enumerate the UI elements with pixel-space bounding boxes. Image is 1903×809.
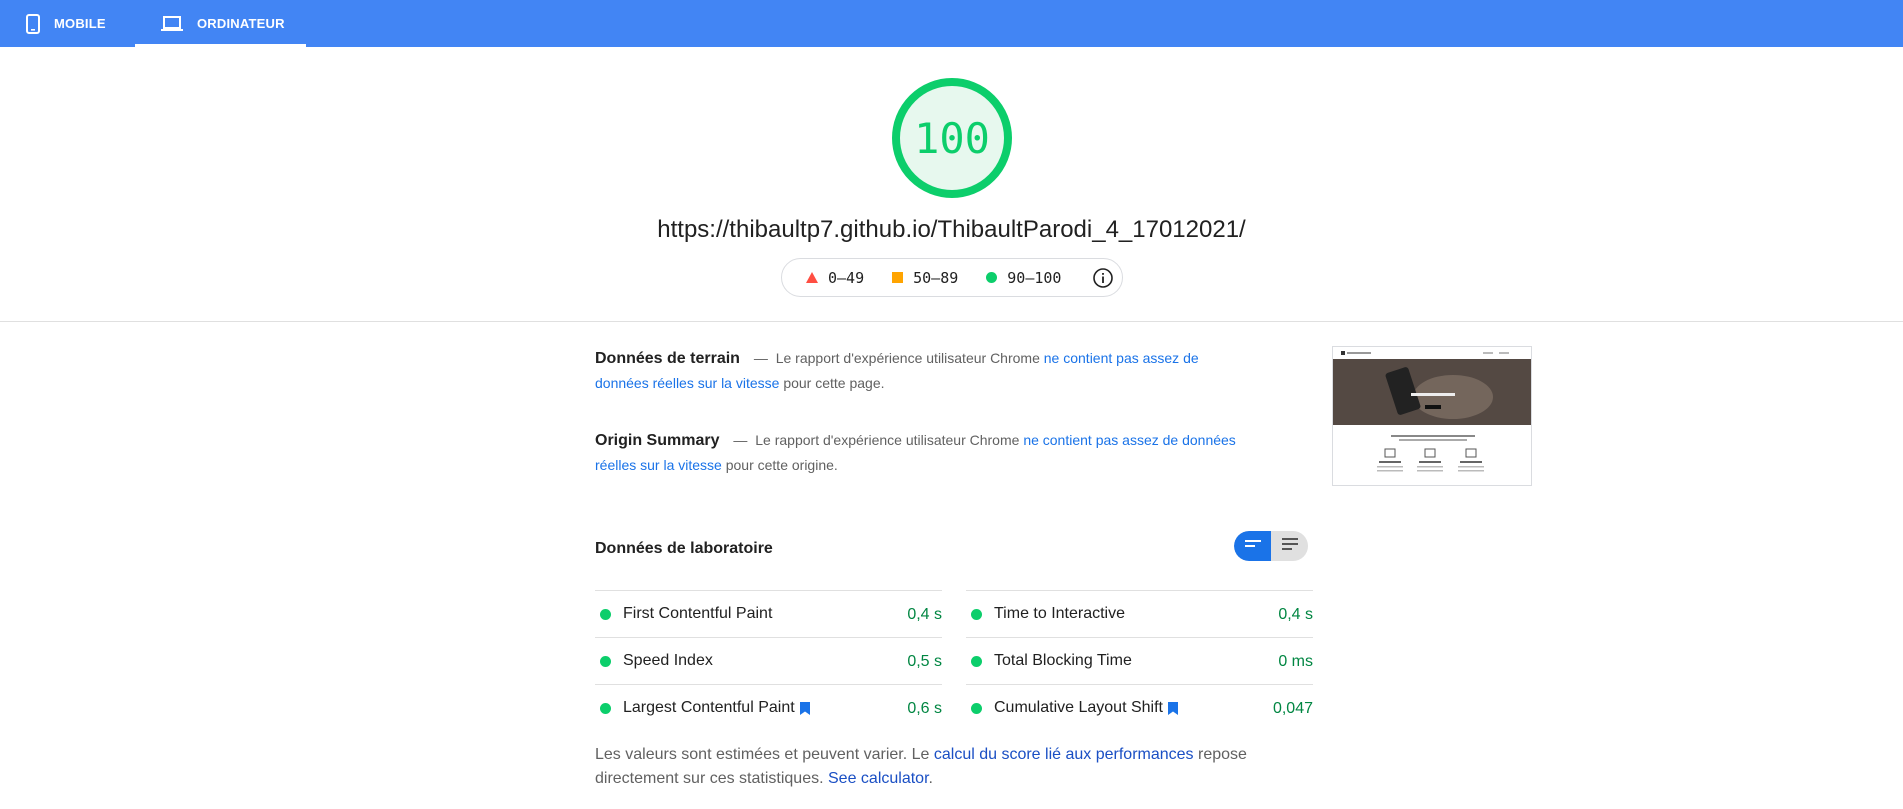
pass-circle-icon bbox=[600, 702, 611, 714]
metric-value: 0,5 s bbox=[907, 652, 942, 670]
metrics-view-toggle[interactable] bbox=[1234, 531, 1308, 561]
pass-circle-icon bbox=[600, 608, 611, 620]
bookmark-icon bbox=[1167, 701, 1178, 715]
origin-summary-section: Origin Summary — Le rapport d'expérience… bbox=[595, 428, 1255, 478]
tab-mobile[interactable]: MOBILE bbox=[26, 0, 106, 47]
legend-range-fail: 0–49 bbox=[828, 268, 865, 287]
see-calculator-link[interactable]: See calculator bbox=[828, 770, 929, 787]
field-data-title: Données de terrain bbox=[595, 350, 740, 367]
metric-label: Largest Contentful Paint bbox=[623, 699, 795, 716]
metric-time-to-interactive: Time to Interactive 0,4 s bbox=[966, 590, 1313, 637]
active-tab-indicator bbox=[135, 44, 306, 47]
metric-label: Cumulative Layout Shift bbox=[994, 699, 1163, 716]
metric-label: Total Blocking Time bbox=[994, 652, 1132, 669]
metric-value: 0,6 s bbox=[907, 699, 942, 717]
lab-data-title: Données de laboratoire bbox=[595, 540, 773, 557]
final-screenshot-thumbnail[interactable] bbox=[1332, 346, 1532, 486]
field-data-section: Données de terrain — Le rapport d'expéri… bbox=[595, 346, 1255, 396]
compact-view-button[interactable] bbox=[1234, 531, 1271, 561]
laptop-icon bbox=[161, 15, 183, 32]
metric-largest-contentful-paint: Largest Contentful Paint 0,6 s bbox=[595, 684, 942, 731]
tab-desktop-label: ORDINATEUR bbox=[197, 16, 285, 31]
pass-circle-icon bbox=[986, 272, 998, 283]
metric-label: Speed Index bbox=[623, 652, 713, 669]
legend-item-average: 50–89 bbox=[892, 269, 958, 287]
metrics-disclaimer: Les valeurs sont estimées et peuvent var… bbox=[595, 743, 1275, 791]
metric-value: 0,4 s bbox=[1278, 605, 1313, 623]
pass-circle-icon bbox=[971, 655, 982, 667]
compact-list-icon bbox=[1244, 537, 1261, 555]
metrics-column-left: First Contentful Paint 0,4 s Speed Index… bbox=[595, 590, 942, 731]
metric-value: 0 ms bbox=[1278, 652, 1313, 670]
legend-range-pass: 90–100 bbox=[1007, 268, 1062, 287]
expanded-view-button[interactable] bbox=[1271, 531, 1308, 561]
performance-score-value: 100 bbox=[914, 113, 990, 163]
metric-label: Time to Interactive bbox=[994, 605, 1126, 622]
origin-summary-suffix: pour cette origine. bbox=[725, 457, 838, 473]
metric-value: 0,047 bbox=[1272, 699, 1313, 717]
legend-item-pass: 90–100 bbox=[986, 269, 1061, 287]
metric-value: 0,4 s bbox=[907, 605, 942, 623]
metric-speed-index: Speed Index 0,5 s bbox=[595, 637, 942, 684]
expanded-list-icon bbox=[1281, 537, 1298, 555]
disclaimer-text: Les valeurs sont estimées et peuvent var… bbox=[595, 746, 930, 763]
field-data-suffix: pour cette page. bbox=[783, 375, 885, 391]
bookmark-icon bbox=[799, 701, 810, 715]
pass-circle-icon bbox=[971, 608, 982, 620]
field-data-dash: — bbox=[753, 350, 768, 366]
metric-total-blocking-time: Total Blocking Time 0 ms bbox=[966, 637, 1313, 684]
tab-mobile-label: MOBILE bbox=[54, 16, 106, 31]
report-tab-bar: MOBILE ORDINATEUR bbox=[0, 0, 1903, 47]
legend-range-average: 50–89 bbox=[913, 268, 959, 287]
section-divider bbox=[0, 321, 1903, 322]
score-calculation-link[interactable]: calcul du score lié aux performances bbox=[934, 746, 1194, 763]
score-scale-legend: 0–49 50–89 90–100 bbox=[781, 258, 1123, 297]
metric-cumulative-layout-shift: Cumulative Layout Shift 0,047 bbox=[966, 684, 1313, 731]
smartphone-icon bbox=[26, 13, 40, 34]
legend-item-fail: 0–49 bbox=[806, 269, 864, 287]
metric-label: First Contentful Paint bbox=[623, 605, 773, 622]
average-square-icon bbox=[892, 272, 904, 283]
tab-desktop[interactable]: ORDINATEUR bbox=[135, 0, 306, 47]
info-icon[interactable] bbox=[1092, 267, 1114, 293]
disclaimer-end: . bbox=[928, 770, 933, 787]
tested-url: https://thibaultp7.github.io/ThibaultPar… bbox=[657, 216, 1246, 243]
metrics-column-right: Time to Interactive 0,4 s Total Blocking… bbox=[966, 590, 1313, 731]
pass-circle-icon bbox=[600, 655, 611, 667]
origin-summary-title: Origin Summary bbox=[595, 432, 720, 449]
field-data-text: Le rapport d'expérience utilisateur Chro… bbox=[775, 350, 1040, 366]
performance-score-gauge: 100 bbox=[891, 77, 1013, 199]
origin-summary-dash: — bbox=[733, 432, 748, 448]
origin-summary-text: Le rapport d'expérience utilisateur Chro… bbox=[755, 432, 1020, 448]
metric-first-contentful-paint: First Contentful Paint 0,4 s bbox=[595, 590, 942, 637]
fail-triangle-icon bbox=[806, 272, 818, 283]
pass-circle-icon bbox=[971, 702, 982, 714]
